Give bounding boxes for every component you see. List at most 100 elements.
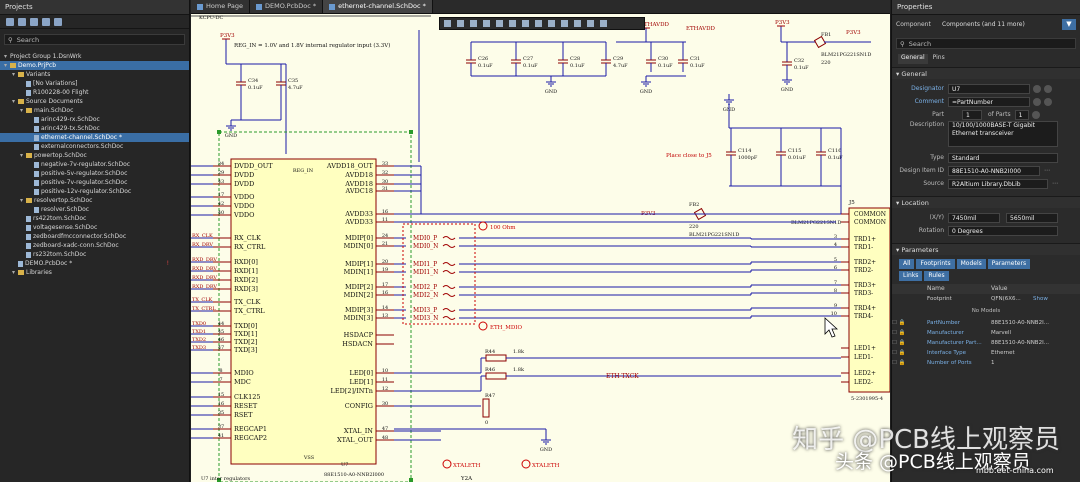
filter-funnel-icon[interactable]: ▼ xyxy=(1062,18,1076,30)
rotation-select[interactable]: 0 Degrees xyxy=(948,225,1058,236)
tree-item[interactable]: voltagesense.SchDoc xyxy=(0,223,189,232)
tree-item[interactable]: arinc429-rx.SchDoc xyxy=(0,115,189,124)
lock-icon[interactable]: ☐ 🔒 xyxy=(892,348,927,358)
tab-ethernet-channel-schdoc[interactable]: ethernet-channel.SchDoc * xyxy=(323,0,433,13)
filter-icon[interactable] xyxy=(444,20,451,27)
capacitor-value: 0.1uF xyxy=(658,63,673,69)
more-icon[interactable]: ⋯ xyxy=(1052,180,1058,187)
tree-item[interactable]: arinc429-tx.SchDoc xyxy=(0,124,189,133)
gnd-label: GND xyxy=(540,447,552,453)
chip-rules[interactable]: Rules xyxy=(924,271,949,281)
save-icon[interactable] xyxy=(6,17,14,26)
description-field[interactable]: 10/100/1000BASE-T Gigabit Ethernet trans… xyxy=(948,121,1058,147)
tree-item[interactable]: DEMO.PcbDoc *! xyxy=(0,259,189,268)
lock-icon[interactable]: ☐ 🔒 xyxy=(892,358,927,368)
tree-item[interactable]: ▾ Project Group 1.DsnWrk xyxy=(0,52,189,61)
location-section-header[interactable]: ▾ Location xyxy=(892,196,1080,208)
lock-icon[interactable] xyxy=(1044,84,1052,93)
tree-item[interactable]: ethernet-channel.SchDoc * xyxy=(0,133,189,142)
folder-icon xyxy=(26,108,32,113)
bus-icon[interactable] xyxy=(509,20,516,27)
designator-field[interactable]: U7 xyxy=(948,83,1030,94)
chip-models[interactable]: Models xyxy=(956,259,986,269)
tree-item[interactable]: positive-12v-regulator.SchDoc xyxy=(0,187,189,196)
tree-item[interactable]: ▾ resolvertop.SchDoc xyxy=(0,196,189,205)
parameter-row[interactable]: ☐ 🔒 Number of Ports 1 xyxy=(892,358,1080,368)
move-icon[interactable] xyxy=(457,20,464,27)
tree-item[interactable]: ▾ main.SchDoc xyxy=(0,106,189,115)
gnd-port-icon[interactable] xyxy=(535,20,542,27)
tree-item[interactable]: ▾ powertop.SchDoc xyxy=(0,151,189,160)
type-select[interactable]: Standard xyxy=(948,152,1058,163)
tree-item[interactable]: ▾ Source Documents xyxy=(0,97,189,106)
settings-gear-icon[interactable] xyxy=(54,17,62,26)
visibility-icon[interactable] xyxy=(1033,97,1041,106)
schematic-drawing[interactable]: KCPU-DC P3V3 REG_IN = 1.0V and 1.8V intern… xyxy=(191,14,890,482)
part-icon[interactable] xyxy=(548,20,555,27)
harness-icon[interactable] xyxy=(561,20,568,27)
tab-home-page[interactable]: Home Page xyxy=(191,0,250,13)
pin-name: TXD[0] xyxy=(234,322,257,330)
pin-name: REGCAP1 xyxy=(234,425,267,433)
tree-item[interactable]: rs232tom.SchDoc xyxy=(0,250,189,259)
y-field[interactable]: 5650mil xyxy=(1006,212,1058,223)
shape-icon[interactable] xyxy=(600,20,607,27)
projects-search-input[interactable]: Search xyxy=(17,36,39,44)
tree-item[interactable]: R100228-00 Flight xyxy=(0,88,189,97)
tree-item[interactable]: externalconnectors.SchDoc xyxy=(0,142,189,151)
parameter-row[interactable]: ☐ 🔒 Interface Type Ethernet xyxy=(892,348,1080,358)
tree-item[interactable]: ▾ Variants xyxy=(0,70,189,79)
tree-item[interactable]: positive-7v-regulator.SchDoc xyxy=(0,178,189,187)
select-icon[interactable] xyxy=(470,20,477,27)
lock-icon[interactable]: ☐ 🔒 xyxy=(892,328,927,338)
lock-icon[interactable] xyxy=(1031,110,1040,119)
tree-item[interactable]: ▾ Demo.PrjPcb xyxy=(0,61,189,70)
comment-field[interactable]: =PartNumber xyxy=(948,96,1030,107)
text-icon[interactable] xyxy=(587,20,594,27)
left-net-label: TXD2 xyxy=(192,337,206,343)
more-icon[interactable]: ⋯ xyxy=(1044,167,1050,174)
lock-icon[interactable] xyxy=(1044,97,1052,106)
tree-item[interactable]: ▾ Libraries xyxy=(0,268,189,277)
tab-general[interactable]: General xyxy=(898,54,928,64)
tree-item[interactable]: [No Variations] xyxy=(0,79,189,88)
footprint-row[interactable]: Footprint QFN(6X6... Show xyxy=(892,294,1080,304)
tree-item[interactable]: positive-5v-regulator.SchDoc xyxy=(0,169,189,178)
of-parts-field[interactable]: 1 xyxy=(1014,109,1029,120)
chip-links[interactable]: Links xyxy=(899,271,923,281)
tree-item[interactable]: rs422tom.SchDoc xyxy=(0,214,189,223)
align-icon[interactable] xyxy=(483,20,490,27)
tree-item[interactable]: zedboard-xadc-conn.SchDoc xyxy=(0,241,189,250)
chip-parameters[interactable]: Parameters xyxy=(987,259,1031,269)
parameter-row[interactable]: ☐ 🔒 PartNumber 88E1510-A0-NNB2I... xyxy=(892,318,1080,328)
design-item-field[interactable]: 88E1510-A0-NNB2I000 xyxy=(948,165,1040,176)
parameter-row[interactable]: ☐ 🔒 Manufacturer Part... 88E1510-A0-NNB2I.… xyxy=(892,338,1080,348)
project-icon[interactable] xyxy=(42,17,50,26)
wire-icon[interactable] xyxy=(496,20,503,27)
properties-search[interactable]: ⚲ Search xyxy=(896,38,1076,49)
lock-icon[interactable]: ☐ 🔒 xyxy=(892,338,927,348)
add-document-icon[interactable] xyxy=(30,17,38,26)
general-section-header[interactable]: ▾ General xyxy=(892,67,1080,79)
schematic-canvas[interactable]: KCPU-DC P3V3 REG_IN = 1.0V and 1.8V intern… xyxy=(191,14,890,482)
tab-pins[interactable]: Pins xyxy=(930,54,948,64)
power-port-icon[interactable] xyxy=(522,20,529,27)
chip-footprints[interactable]: Footprints xyxy=(916,259,955,269)
properties-search-input[interactable]: Search xyxy=(909,40,931,48)
gnd-label: GND xyxy=(781,87,793,93)
parameter-row[interactable]: ☐ 🔒 Manufacturer Marvell xyxy=(892,328,1080,338)
parameters-section-header[interactable]: ▾ Parameters xyxy=(892,243,1080,255)
tree-item[interactable]: resolver.SchDoc xyxy=(0,205,189,214)
projects-search[interactable]: ⚲ Search xyxy=(4,34,185,45)
source-field[interactable]: R2Altium Library.DbLib xyxy=(948,178,1048,189)
open-icon[interactable] xyxy=(18,17,26,26)
lock-icon[interactable]: ☐ 🔒 xyxy=(892,318,927,328)
tree-item[interactable]: negative-7v-regulator.SchDoc xyxy=(0,160,189,169)
directive-icon[interactable] xyxy=(574,20,581,27)
tab-demo-pcbdoc[interactable]: DEMO.PcbDoc * xyxy=(250,0,324,13)
part-field[interactable]: 1 xyxy=(962,109,982,120)
visibility-icon[interactable] xyxy=(1033,84,1041,93)
tree-item[interactable]: zedboardfmcconnector.SchDoc xyxy=(0,232,189,241)
chip-all[interactable]: All xyxy=(899,259,915,269)
x-field[interactable]: 7450mil xyxy=(948,212,1000,223)
